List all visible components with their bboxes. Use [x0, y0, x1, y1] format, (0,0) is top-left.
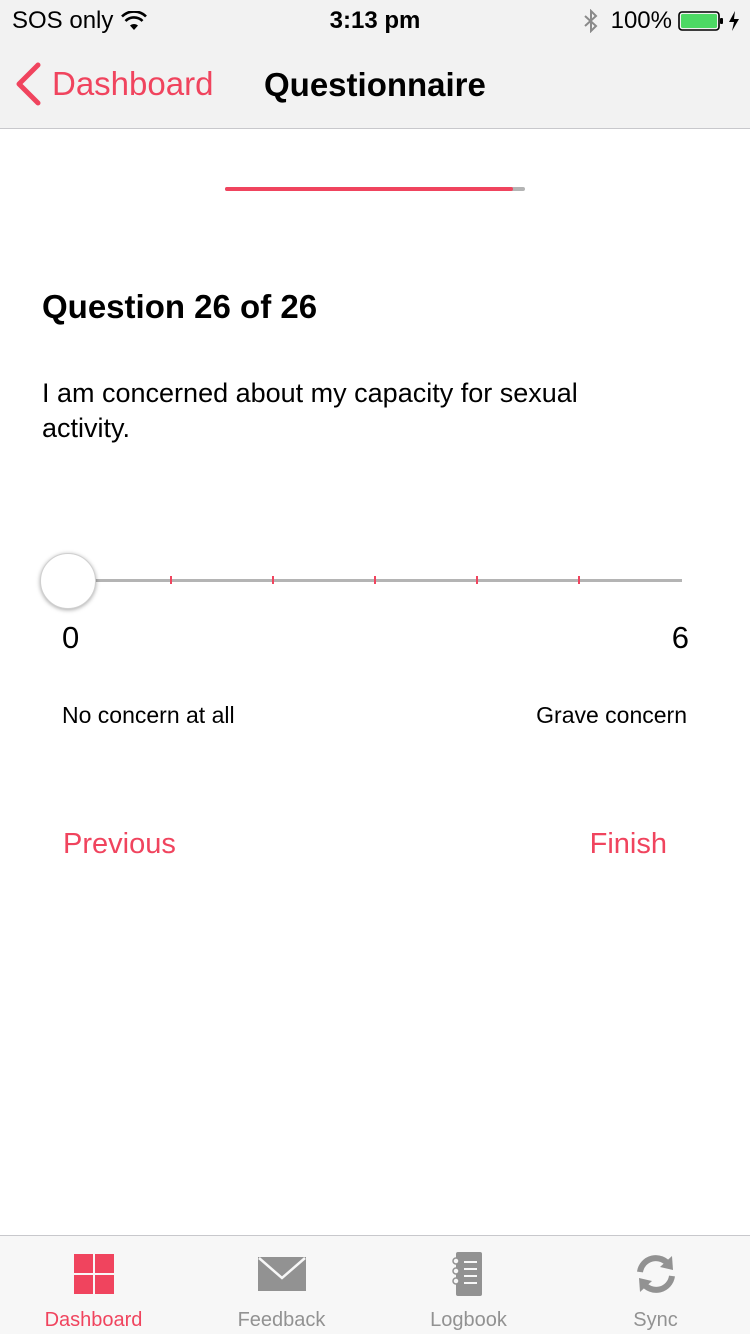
slider-thumb[interactable] — [40, 553, 96, 609]
battery-percent: 100% — [610, 7, 672, 34]
bluetooth-icon — [583, 9, 598, 33]
question-text: I am concerned about my capacity for sex… — [42, 378, 578, 443]
tab-feedback[interactable]: Feedback — [188, 1236, 375, 1334]
slider-max-anchor: Grave concern — [536, 702, 687, 728]
slider-min-value: 0 — [62, 620, 80, 655]
progress-bar — [225, 187, 525, 191]
tab-logbook-label: Logbook — [430, 1309, 507, 1331]
slider-max-value: 6 — [671, 620, 689, 655]
tab-dashboard[interactable]: Dashboard — [0, 1236, 187, 1334]
envelope-icon — [257, 1257, 306, 1291]
tab-feedback-label: Feedback — [237, 1309, 326, 1331]
status-right: 100% — [583, 7, 740, 35]
back-button-label: Dashboard — [52, 65, 214, 102]
charging-icon — [729, 11, 739, 31]
slider-tick — [476, 576, 478, 584]
previous-button[interactable]: Previous — [63, 828, 176, 861]
slider-min-anchor: No concern at all — [62, 702, 235, 728]
back-button[interactable]: Dashboard — [14, 62, 213, 106]
page-title: Questionnaire — [264, 66, 486, 103]
tab-bar: Dashboard Feedback Logbook Sync — [0, 1235, 750, 1334]
screen: SOS only 3:13 pm 100% Dashboard Question… — [0, 0, 750, 1334]
answer-slider[interactable] — [40, 540, 682, 620]
dashboard-grid-icon — [73, 1254, 114, 1294]
slider-tick — [272, 576, 274, 584]
progress-bar-fill — [225, 187, 513, 191]
slider-tick — [578, 576, 580, 584]
status-bar: SOS only 3:13 pm 100% — [0, 0, 750, 40]
notebook-icon — [451, 1252, 482, 1296]
navigation-bar: Dashboard Questionnaire — [0, 40, 750, 129]
finish-button[interactable]: Finish — [590, 828, 667, 861]
tab-logbook[interactable]: Logbook — [375, 1236, 562, 1334]
slider-tick — [170, 576, 172, 584]
chevron-left-icon — [16, 62, 41, 106]
tab-sync[interactable]: Sync — [562, 1236, 749, 1334]
tab-sync-label: Sync — [633, 1309, 678, 1331]
sync-icon — [636, 1255, 675, 1293]
slider-tick — [374, 576, 376, 584]
battery-icon — [678, 11, 723, 31]
tab-dashboard-label: Dashboard — [44, 1309, 143, 1331]
question-heading: Question 26 of 26 — [42, 288, 318, 325]
